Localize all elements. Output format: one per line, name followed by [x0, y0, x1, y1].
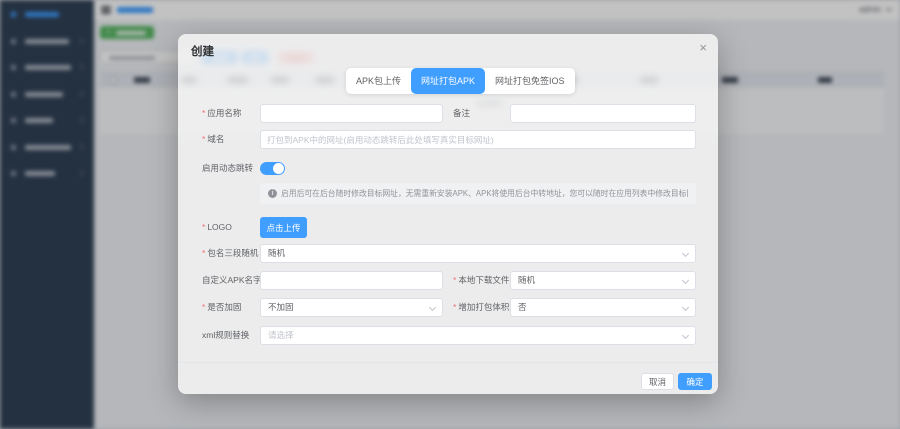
menu-icon — [11, 65, 16, 70]
blurred-label — [25, 39, 69, 44]
sidebar-item[interactable] — [0, 165, 94, 181]
blurred-label — [25, 65, 71, 70]
required-asterisk: * — [202, 248, 205, 258]
chevron-right-icon — [78, 64, 84, 70]
blurred-column-header — [722, 77, 738, 83]
domain-input[interactable] — [260, 130, 696, 149]
xml-rule-label: xml规则替换 — [202, 326, 249, 345]
tab-url-package-ios[interactable]: 网址打包免签IOS — [485, 68, 575, 94]
breadcrumb-blurred — [117, 7, 153, 13]
menu-icon — [11, 39, 16, 44]
plus-icon: + — [106, 27, 111, 37]
confirm-button[interactable]: 确定 — [678, 373, 712, 390]
menu-icon — [11, 171, 16, 176]
dialog-title: 创建 — [191, 43, 214, 59]
blurred-label — [116, 31, 146, 35]
create-dialog: 创建 × APK包上传 网址打包APK 网址打包免签IOS *应用名称 备注 *… — [178, 34, 718, 394]
menu-icon — [11, 145, 16, 150]
user-menu-label: admin — [859, 5, 881, 14]
blurred-label — [25, 118, 53, 123]
logo-label: *LOGO — [202, 218, 232, 237]
chevron-down-icon — [682, 332, 689, 339]
blurred-label — [25, 92, 63, 97]
sidebar-item-active[interactable] — [0, 6, 94, 22]
cancel-button[interactable]: 取消 — [641, 373, 674, 390]
required-asterisk: * — [202, 134, 205, 144]
sidebar-item[interactable] — [0, 139, 94, 155]
redirect-info-tip: i 启用后可在后台随时修改目标网址，无需重新安装APK、APK将使用后台中转地址… — [260, 183, 696, 204]
local-filename-label: *本地下载文件名 — [453, 271, 518, 290]
package-random-label: *包名三段随机 — [202, 244, 258, 263]
package-random-select[interactable]: 随机 — [260, 244, 696, 263]
sidebar-item[interactable] — [0, 112, 94, 128]
hardening-label: *是否加固 — [202, 298, 241, 317]
app-name-label: *应用名称 — [202, 104, 241, 123]
remark-label: 备注 — [453, 104, 470, 123]
top-navbar: admin — [94, 0, 900, 20]
required-asterisk: * — [202, 108, 205, 118]
info-circle-icon: i — [268, 189, 277, 198]
tab-url-package-apk[interactable]: 网址打包APK — [411, 68, 485, 94]
menu-icon — [11, 118, 16, 123]
close-icon[interactable]: × — [699, 41, 707, 55]
blurred-label — [25, 171, 55, 176]
app-name-input[interactable] — [260, 104, 443, 123]
sidebar-item[interactable] — [0, 59, 94, 75]
chevron-right-icon — [78, 91, 84, 97]
custom-apk-name-label: 自定义APK名字 — [202, 271, 262, 290]
required-asterisk: * — [453, 302, 456, 312]
chevron-right-icon — [78, 38, 84, 44]
increase-size-label: *增加打包体积 — [453, 298, 509, 317]
blurred-label — [25, 145, 71, 150]
chevron-down-icon — [682, 250, 689, 257]
toggle-knob — [273, 163, 284, 174]
package-type-tabs: APK包上传 网址打包APK 网址打包免签IOS — [346, 68, 575, 94]
custom-apk-name-input[interactable] — [260, 271, 443, 290]
domain-label: *域名 — [202, 130, 224, 149]
chevron-right-icon — [78, 144, 84, 150]
logo-upload-button[interactable]: 点击上传 — [260, 217, 307, 238]
dynamic-redirect-label: 启用动态跳转 — [202, 159, 253, 178]
sidebar — [0, 0, 94, 429]
sidebar-item[interactable] — [0, 33, 94, 49]
hardening-select[interactable]: 不加固 — [260, 298, 443, 317]
tab-apk-upload[interactable]: APK包上传 — [346, 68, 411, 94]
chevron-down-icon — [682, 277, 689, 284]
required-asterisk: * — [202, 222, 205, 232]
chevron-down-icon — [885, 5, 892, 12]
chevron-right-icon — [78, 170, 84, 176]
blurred-column-header — [818, 77, 832, 83]
chevron-down-icon — [429, 304, 436, 311]
remark-input[interactable] — [510, 104, 696, 123]
menu-icon — [11, 12, 16, 17]
blurred-placeholder — [109, 56, 155, 60]
sidebar-item[interactable] — [0, 86, 94, 102]
dynamic-redirect-toggle[interactable] — [260, 162, 285, 175]
required-asterisk: * — [453, 275, 456, 285]
blurred-label — [25, 12, 59, 17]
blurred-column-header — [134, 77, 150, 83]
redirect-info-text: 启用后可在后台随时修改目标网址，无需重新安装APK、APK将使用后台中转地址，您… — [281, 188, 688, 199]
select-all-checkbox[interactable] — [110, 76, 117, 83]
local-filename-select[interactable]: 随机 — [510, 271, 696, 290]
footer-divider — [178, 362, 718, 363]
chevron-right-icon — [78, 117, 84, 123]
required-asterisk: * — [202, 302, 205, 312]
menu-icon — [11, 92, 16, 97]
xml-rule-select[interactable]: 请选择 — [260, 326, 696, 345]
hamburger-menu-icon[interactable] — [101, 6, 111, 14]
create-button-background[interactable]: + — [100, 26, 154, 39]
user-menu[interactable]: admin — [859, 5, 890, 14]
chevron-down-icon — [682, 304, 689, 311]
increase-size-select[interactable]: 否 — [510, 298, 696, 317]
